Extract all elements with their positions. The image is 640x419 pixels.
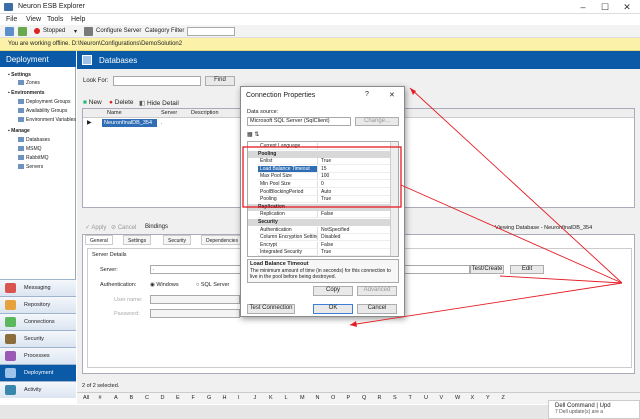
annotation-arrow-1	[400, 184, 623, 284]
annotation-arrow-4	[499, 275, 623, 284]
annotation-arrow-3	[349, 282, 623, 326]
highlight-box	[242, 146, 402, 208]
annotation-arrow-2	[409, 87, 623, 284]
annotation-overlay	[242, 87, 623, 327]
